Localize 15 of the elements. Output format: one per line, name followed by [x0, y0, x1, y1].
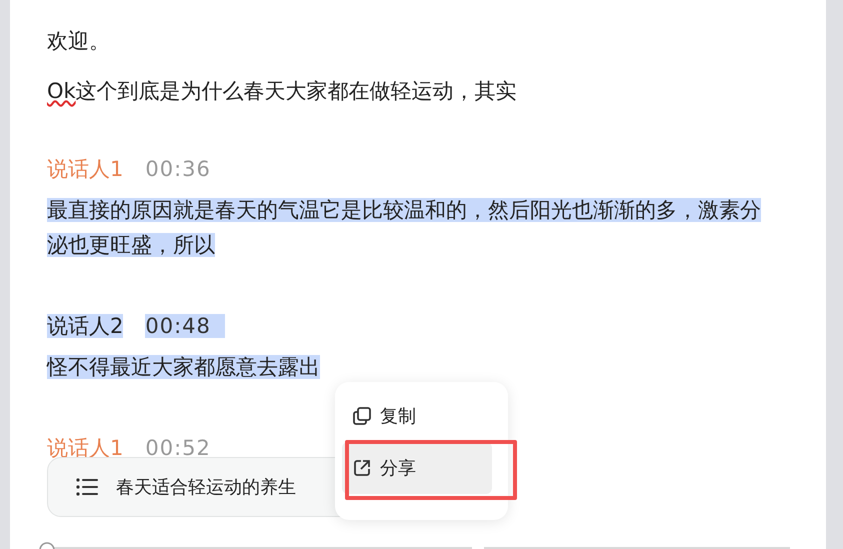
paragraph-text: 欢迎。 — [47, 29, 110, 53]
speaker-name: 说话人1 — [47, 157, 124, 181]
share-icon — [352, 458, 372, 478]
speaker-name: 说话人2 — [47, 314, 124, 338]
speaker-name: 说话人1 — [47, 436, 124, 460]
progress-track[interactable] — [39, 542, 790, 549]
menu-item[interactable]: 复制 — [342, 390, 492, 442]
timestamp: 00:48 — [145, 314, 225, 338]
timestamp: 00:36 — [145, 157, 211, 181]
list-icon — [76, 478, 98, 496]
paragraph-text: Ok这个到底是为什么春天大家都在做轻运动，其实 — [47, 79, 517, 103]
timestamp: 00:52 — [145, 436, 211, 460]
copy-icon — [352, 406, 372, 426]
outline-title: 春天适合轻运动的养生 — [116, 476, 296, 500]
menu-item[interactable]: 分享 — [342, 442, 492, 494]
